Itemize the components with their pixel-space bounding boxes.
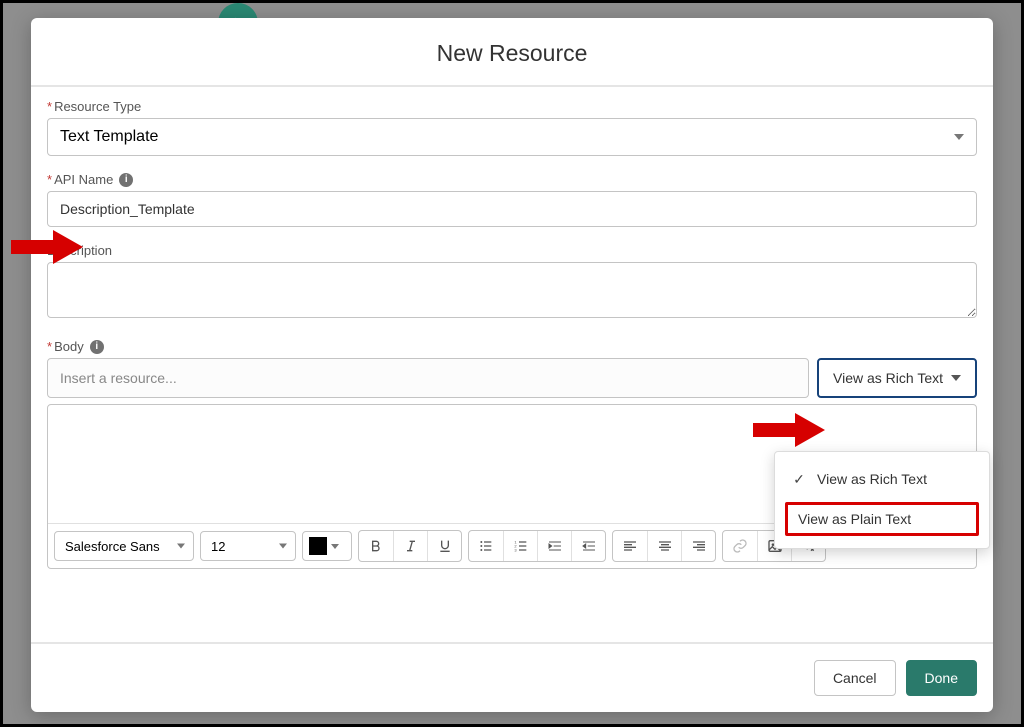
svg-text:3: 3	[514, 547, 517, 552]
api-name-field: *API Name i	[47, 172, 977, 227]
resource-type-field: *Resource Type Text Template	[47, 99, 977, 156]
modal-header: New Resource	[31, 18, 993, 87]
text-style-group	[358, 530, 462, 562]
align-left-button[interactable]	[613, 531, 647, 561]
insert-resource-input[interactable]	[47, 358, 809, 398]
font-family-select[interactable]: Salesforce Sans	[54, 531, 194, 561]
body-toolbar: View as Rich Text	[47, 358, 977, 398]
indent-button[interactable]	[537, 531, 571, 561]
resource-type-label: *Resource Type	[47, 99, 977, 114]
api-name-label: *API Name i	[47, 172, 977, 187]
description-field: Description	[47, 243, 977, 323]
view-plain-text-option[interactable]: View as Plain Text	[785, 502, 979, 536]
bullet-list-button[interactable]	[469, 531, 503, 561]
chevron-down-icon	[177, 544, 185, 549]
align-group	[612, 530, 716, 562]
font-size-select[interactable]: 12	[200, 531, 296, 561]
info-icon[interactable]: i	[119, 173, 133, 187]
align-center-button[interactable]	[647, 531, 681, 561]
italic-button[interactable]	[393, 531, 427, 561]
align-right-button[interactable]	[681, 531, 715, 561]
chevron-down-icon	[954, 134, 964, 140]
link-button[interactable]	[723, 531, 757, 561]
underline-button[interactable]	[427, 531, 461, 561]
outdent-button[interactable]	[571, 531, 605, 561]
font-color-select[interactable]	[302, 531, 352, 561]
numbered-list-button[interactable]: 123	[503, 531, 537, 561]
view-rich-text-option[interactable]: ✓ View as Rich Text	[775, 460, 989, 498]
bold-button[interactable]	[359, 531, 393, 561]
new-resource-modal: New Resource *Resource Type Text Templat…	[31, 18, 993, 712]
modal-title: New Resource	[31, 40, 993, 67]
modal-footer: Cancel Done	[31, 642, 993, 712]
cancel-button[interactable]: Cancel	[814, 660, 896, 696]
chevron-down-icon	[331, 544, 339, 549]
check-icon: ✓	[791, 471, 807, 488]
body-label: *Body i	[47, 339, 977, 354]
done-button[interactable]: Done	[906, 660, 977, 696]
description-label: Description	[47, 243, 977, 258]
screenshot-frame: New Resource *Resource Type Text Templat…	[0, 0, 1024, 727]
view-mode-button[interactable]: View as Rich Text	[817, 358, 977, 398]
api-name-input[interactable]	[47, 191, 977, 227]
view-mode-menu: ✓ View as Rich Text View as Plain Text	[774, 451, 990, 549]
chevron-down-icon	[951, 375, 961, 381]
chevron-down-icon	[279, 544, 287, 549]
list-group: 123	[468, 530, 606, 562]
description-input[interactable]	[47, 262, 977, 318]
color-swatch	[309, 537, 327, 555]
modal-body: *Resource Type Text Template *API Name i…	[31, 87, 993, 642]
resource-type-select[interactable]: Text Template	[47, 118, 977, 156]
info-icon[interactable]: i	[90, 340, 104, 354]
